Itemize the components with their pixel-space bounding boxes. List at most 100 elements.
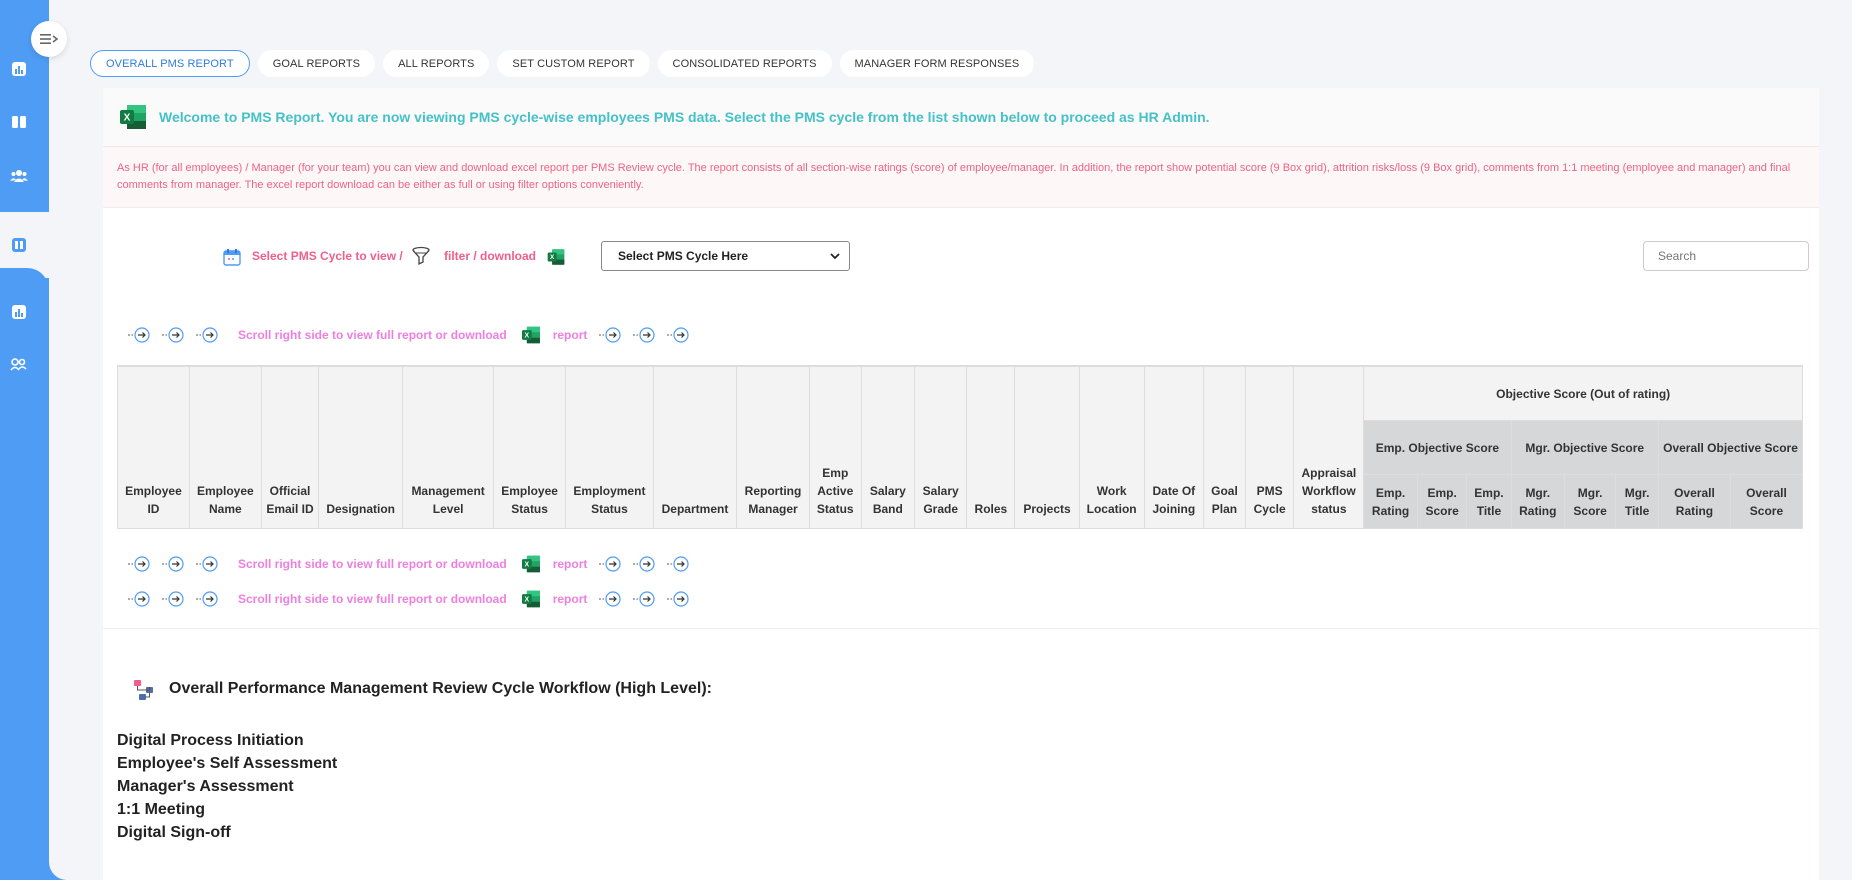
tab-set-custom-report[interactable]: SET CUSTOM REPORT [497, 50, 650, 77]
book-icon[interactable] [10, 113, 28, 131]
column-header: Work Location [1078, 366, 1145, 529]
settings-users-icon[interactable] [10, 355, 28, 373]
svg-text:X: X [550, 254, 555, 261]
column-header: Salary Grade [913, 366, 968, 529]
column-header: Reporting Manager [736, 366, 810, 529]
welcome-text: Welcome to PMS Report. You are now viewi… [159, 109, 1210, 125]
tab-all-reports[interactable]: ALL REPORTS [383, 50, 490, 77]
svg-text:X: X [524, 332, 529, 339]
leaf-header: Mgr. Rating [1510, 474, 1566, 529]
arrow-right-circle-icon [667, 326, 691, 344]
chart-icon[interactable] [10, 60, 28, 78]
column-header: Date Of Joining [1143, 366, 1205, 529]
workflow-step: Digital Process Initiation [117, 732, 304, 749]
filter-icon [411, 246, 431, 266]
arrow-right-circle-icon [128, 590, 152, 608]
workflow-step: Employee's Self Assessment [117, 755, 338, 772]
tab-goal-reports[interactable]: GOAL REPORTS [257, 50, 376, 77]
column-header: Projects [1014, 366, 1080, 529]
leaf-header: Emp. Rating [1363, 474, 1418, 529]
arrow-right-circle-icon [162, 326, 186, 344]
column-header: Roles [966, 366, 1016, 529]
workflow-step: Manager's Assessment [117, 778, 294, 795]
svg-text:X: X [524, 596, 529, 603]
column-header: Emp Active Status [808, 366, 862, 529]
column-header: Department [652, 366, 738, 529]
leaf-header: Overall Rating [1658, 474, 1731, 529]
objective-score-group-header: Objective Score (Out of rating) [1363, 366, 1803, 421]
select-cycle-label: Select PMS Cycle to view / [252, 249, 403, 263]
tab-manager-form-responses[interactable]: MANAGER FORM RESPONSES [839, 50, 1035, 77]
scroll-hint-middle: Scroll right side to view full report or… [128, 554, 701, 574]
sub-group-header: Emp. Objective Score [1363, 420, 1512, 475]
column-header: Employment Status [565, 366, 654, 529]
workflow-step: Digital Sign-off [117, 824, 231, 841]
report-icon[interactable] [10, 236, 28, 254]
column-header: Official Email ID [260, 366, 320, 529]
sidebar-toggle-button[interactable] [31, 21, 67, 57]
arrow-right-circle-icon [128, 326, 152, 344]
sidebar [0, 0, 49, 880]
arrow-right-circle-icon [196, 555, 220, 573]
scroll-hint-bottom: Scroll right side to view full report or… [128, 589, 701, 609]
leaf-header: Mgr. Score [1564, 474, 1617, 529]
arrow-right-circle-icon [599, 555, 623, 573]
arrow-right-circle-icon [667, 555, 691, 573]
leaf-header: Emp. Title [1466, 474, 1512, 529]
arrow-right-circle-icon [599, 326, 623, 344]
tab-consolidated-reports[interactable]: CONSOLIDATED REPORTS [657, 50, 832, 77]
workflow-icon [134, 680, 153, 700]
arrow-right-circle-icon [599, 590, 623, 608]
excel-icon[interactable]: X [521, 555, 541, 573]
column-header: Employee Status [493, 366, 567, 529]
column-header: Goal Plan [1203, 366, 1246, 529]
sub-group-header: Mgr. Objective Score [1510, 420, 1660, 475]
svg-text:X: X [524, 561, 529, 568]
scroll-hint-top: Scroll right side to view full report or… [128, 325, 701, 345]
column-header: Appraisal Workflow status [1293, 366, 1365, 529]
tab-overall-pms-report[interactable]: OVERALL PMS REPORT [90, 50, 250, 77]
pms-cycle-select-value: Select PMS Cycle Here [618, 249, 749, 263]
workflow-steps: Digital Process Initiation Employee's Se… [117, 729, 337, 844]
arrow-right-circle-icon [633, 590, 657, 608]
scroll-hint-report: report [552, 557, 588, 571]
pms-cycle-select[interactable]: Select PMS Cycle Here [601, 241, 850, 271]
column-header: Employee ID [117, 366, 190, 529]
sub-group-header: Overall Objective Score [1658, 420, 1803, 475]
workflow-step: 1:1 Meeting [117, 801, 206, 818]
report-table: Employee ID Employee Name Official Email… [117, 366, 1803, 529]
arrow-right-circle-icon [667, 590, 691, 608]
report-description: As HR (for all employees) / Manager (for… [103, 146, 1819, 208]
scroll-hint-text: Scroll right side to view full report or… [238, 328, 507, 342]
excel-icon[interactable]: X [521, 326, 541, 344]
leaf-header: Emp. Score [1416, 474, 1468, 529]
column-header: Designation [318, 366, 404, 529]
leaf-header: Mgr. Title [1615, 474, 1660, 529]
arrow-right-circle-icon [162, 555, 186, 573]
main-card: X Welcome to PMS Report. You are now vie… [103, 88, 1819, 880]
arrow-right-circle-icon [633, 555, 657, 573]
section-divider [103, 628, 1819, 629]
team-icon[interactable] [10, 167, 28, 185]
arrow-right-circle-icon [196, 590, 220, 608]
column-header: Salary Band [860, 366, 915, 529]
report-table-scroll[interactable]: Employee ID Employee Name Official Email… [117, 365, 1803, 532]
scroll-hint-report: report [552, 328, 588, 342]
analytics-icon[interactable] [10, 303, 28, 321]
filter-download-label: filter / download [444, 249, 536, 263]
arrow-right-circle-icon [633, 326, 657, 344]
menu-expand-icon [40, 34, 58, 44]
column-header: Employee Name [188, 366, 262, 529]
column-header: PMS Cycle [1244, 366, 1295, 529]
excel-download-icon[interactable]: X [546, 247, 566, 267]
scroll-hint-text: Scroll right side to view full report or… [238, 592, 507, 606]
welcome-banner: X Welcome to PMS Report. You are now vie… [103, 88, 1819, 146]
search-input[interactable] [1643, 241, 1809, 271]
arrow-right-circle-icon [196, 326, 220, 344]
excel-icon[interactable]: X [521, 590, 541, 608]
chevron-down-icon [830, 253, 840, 260]
arrow-right-circle-icon [128, 555, 152, 573]
report-tabs: OVERALL PMS REPORT GOAL REPORTS ALL REPO… [90, 50, 1035, 77]
workflow-title: Overall Performance Management Review Cy… [169, 680, 712, 697]
leaf-header: Overall Score [1729, 474, 1803, 529]
